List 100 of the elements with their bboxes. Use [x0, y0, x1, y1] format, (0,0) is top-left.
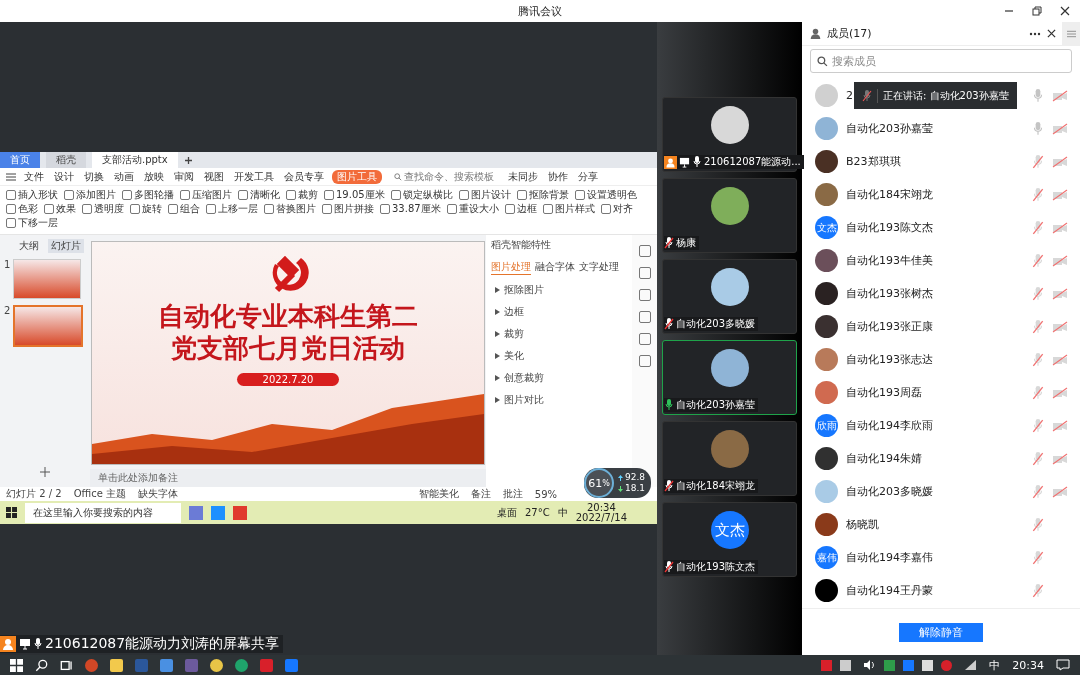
camera-off-icon[interactable] [1052, 452, 1068, 465]
microphone-icon[interactable] [1032, 583, 1044, 598]
microphone-icon[interactable] [1032, 352, 1044, 367]
status-control[interactable]: 59% [534, 488, 557, 500]
video-tile[interactable]: 自动化184宋翊龙 [662, 421, 797, 496]
camera-off-icon[interactable] [1052, 122, 1068, 135]
ribbon-item[interactable]: 效果 [44, 202, 76, 215]
panel-item[interactable]: 边框 [491, 305, 627, 319]
taskbar-text[interactable]: 桌面 [497, 505, 517, 520]
ribbon-item[interactable]: 图片拼接 [322, 202, 374, 215]
slide-thumbnail[interactable] [13, 259, 82, 299]
panel-tab[interactable]: 文字处理 [579, 260, 619, 275]
menu-tab[interactable]: 设计 [52, 169, 76, 184]
weather-text[interactable]: 27°C [525, 507, 550, 518]
microphone-icon[interactable] [1032, 319, 1044, 334]
ribbon-item[interactable]: 插入形状 [6, 188, 58, 201]
video-tile[interactable]: 自动化203多晓媛 [662, 259, 797, 334]
clock-time[interactable]: 20:34 [1012, 658, 1044, 672]
tool-icon[interactable] [638, 333, 651, 345]
menu-tab[interactable]: 动画 [112, 169, 136, 184]
more-icon[interactable] [1029, 31, 1041, 36]
microphone-icon[interactable] [1032, 451, 1044, 466]
ribbon-item[interactable]: 上移一层 [206, 202, 258, 215]
task-view-icon[interactable] [60, 658, 73, 672]
camera-off-icon[interactable] [1052, 419, 1068, 432]
microphone-icon[interactable] [1032, 121, 1044, 136]
ribbon-item[interactable]: 边框 [504, 202, 537, 215]
menu-icon[interactable] [6, 172, 16, 181]
video-tile[interactable]: 文杰 自动化193陈文杰 [662, 502, 797, 577]
search-icon[interactable] [35, 658, 48, 672]
camera-off-icon[interactable] [1052, 386, 1068, 399]
windows-logo-icon[interactable] [6, 507, 17, 518]
ribbon-item[interactable]: 下移一层 [6, 216, 58, 229]
status-control[interactable]: 批注 [502, 487, 523, 501]
menu-tab[interactable]: 切换 [82, 169, 106, 184]
microphone-icon[interactable] [1032, 418, 1044, 433]
camera-off-icon[interactable] [1052, 254, 1068, 267]
toolbar-link[interactable]: 协作 [546, 169, 570, 184]
microphone-icon[interactable] [1032, 253, 1044, 268]
wifi-icon[interactable] [964, 659, 978, 671]
microphone-icon[interactable] [1032, 88, 1044, 103]
ribbon-item[interactable]: 添加图片 [64, 188, 116, 201]
camera-off-icon[interactable] [1052, 320, 1068, 333]
status-control[interactable]: 智能美化 [418, 487, 459, 501]
panel-item[interactable]: 创意裁剪 [491, 371, 627, 385]
app-icon[interactable] [185, 658, 198, 672]
camera-off-icon[interactable] [1052, 485, 1068, 498]
toolbar-link[interactable]: 未同步 [506, 169, 540, 184]
app-icon[interactable] [285, 658, 298, 672]
tool-icon[interactable] [638, 267, 651, 279]
camera-off-icon[interactable] [1052, 353, 1068, 366]
ribbon-item[interactable]: 19.05厘米 [324, 188, 385, 201]
ribbon-item[interactable]: 压缩图片 [180, 188, 232, 201]
app-icon[interactable] [85, 658, 98, 672]
camera-off-icon[interactable] [1052, 287, 1068, 300]
menu-tab[interactable]: 放映 [142, 169, 166, 184]
tool-icon[interactable] [638, 289, 651, 301]
camera-off-icon[interactable] [1052, 188, 1068, 201]
microphone-icon[interactable] [1032, 517, 1044, 532]
menu-tab[interactable]: 审阅 [172, 169, 196, 184]
microphone-icon[interactable] [1032, 154, 1044, 169]
ribbon-item[interactable]: 清晰化 [238, 188, 280, 201]
panel-item[interactable]: 裁剪 [491, 327, 627, 341]
ribbon-item[interactable]: 抠除背景 [516, 188, 569, 201]
menu-tab[interactable]: 开发工具 [232, 169, 276, 184]
unmute-button[interactable]: 解除静音 [899, 622, 983, 642]
notes-field[interactable]: 单击此处添加备注 [90, 469, 486, 487]
restore-icon[interactable] [1032, 6, 1042, 16]
menu-tab[interactable]: 会员专享 [282, 169, 326, 184]
app-tab[interactable]: 首页 [0, 152, 40, 168]
command-search-field[interactable]: 查找命令、搜索模板 [394, 169, 494, 184]
ribbon-item[interactable]: 多图轮播 [122, 188, 174, 201]
tool-icon[interactable] [638, 245, 651, 257]
ribbon-item[interactable]: 组合 [168, 202, 200, 215]
status-control[interactable]: 备注 [470, 487, 491, 501]
slide-thumbnail[interactable] [13, 305, 84, 347]
close-icon[interactable] [1060, 6, 1070, 16]
menu-button[interactable] [1062, 22, 1080, 45]
ribbon-item[interactable]: 图片设计 [458, 188, 511, 201]
app-icon[interactable] [233, 505, 247, 520]
close-icon[interactable] [1047, 29, 1056, 38]
microphone-icon[interactable] [1032, 385, 1044, 400]
microphone-icon[interactable] [1032, 220, 1044, 235]
microphone-icon[interactable] [1032, 484, 1044, 499]
ribbon-item[interactable]: 锁定纵横比 [390, 188, 453, 201]
panel-item[interactable]: 图片对比 [491, 393, 627, 407]
panel-tab[interactable]: 融合字体 [535, 260, 575, 275]
windows-logo-icon[interactable] [10, 658, 23, 672]
ribbon-item[interactable]: 设置透明色 [574, 188, 637, 201]
ribbon-item[interactable]: 重设大小 [446, 202, 499, 215]
tool-icon[interactable] [638, 355, 651, 367]
panel-item[interactable]: 抠除图片 [491, 283, 627, 297]
camera-off-icon[interactable] [1052, 89, 1068, 102]
camera-off-icon[interactable] [1052, 221, 1068, 234]
app-icon[interactable] [135, 658, 148, 672]
app-icon[interactable] [189, 505, 203, 520]
ribbon-item[interactable]: 色彩 [6, 202, 38, 215]
ribbon-item[interactable]: 替换图片 [264, 202, 316, 215]
panel-tab[interactable]: 幻灯片 [48, 239, 84, 253]
toolbar-link[interactable]: 分享 [576, 169, 600, 184]
